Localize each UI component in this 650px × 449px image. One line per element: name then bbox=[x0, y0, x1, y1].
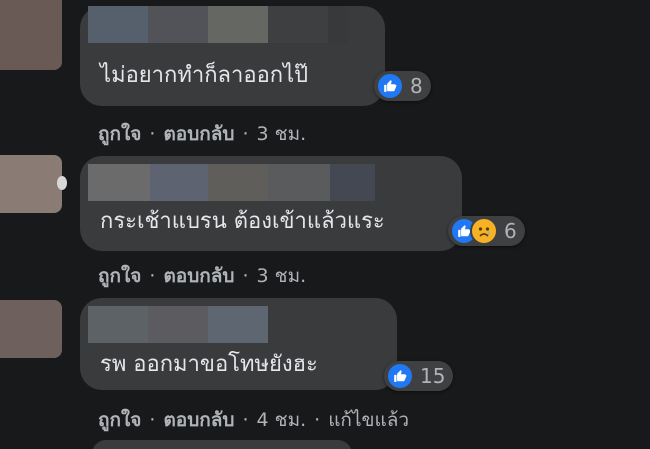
comment-bubble: ไม่อยากทำก็ลาออกไป๊ bbox=[80, 6, 385, 106]
reaction-count: 15 bbox=[420, 364, 446, 388]
comment-thread: ไม่อยากทำก็ลาออกไป๊ 8 ถูกใจ · ตอบกลับ · 3 ชม… bbox=[0, 0, 650, 449]
avatar[interactable] bbox=[0, 300, 62, 358]
comment-text: กระเช้าแบรน ต้องเข้าแล้วแระ bbox=[100, 209, 385, 234]
separator-dot: · bbox=[149, 265, 156, 287]
reply-link[interactable]: ตอบกลับ bbox=[163, 265, 234, 287]
reaction-summary[interactable]: 6 bbox=[448, 216, 525, 246]
reaction-summary[interactable]: 8 bbox=[374, 71, 431, 101]
comment-text: ไม่อยากทำก็ลาออกไป๊ bbox=[100, 63, 309, 88]
separator-dot: · bbox=[242, 123, 249, 145]
reaction-count: 6 bbox=[504, 219, 517, 243]
commenter-name-blurred[interactable] bbox=[88, 164, 375, 201]
timestamp[interactable]: 3 ชม. bbox=[257, 265, 307, 287]
reaction-count: 8 bbox=[410, 74, 423, 98]
timestamp[interactable]: 4 ชม. bbox=[257, 409, 307, 431]
avatar[interactable] bbox=[0, 155, 62, 213]
reply-link[interactable]: ตอบกลับ bbox=[163, 409, 234, 431]
separator-dot: · bbox=[149, 123, 156, 145]
comment-bubble: รพ ออกมาขอโทษยังฮะ bbox=[80, 298, 397, 390]
separator-dot: · bbox=[242, 409, 249, 431]
timestamp[interactable]: 3 ชม. bbox=[257, 123, 307, 145]
comment-actions: ถูกใจ · ตอบกลับ · 3 ชม. bbox=[98, 264, 306, 288]
like-link[interactable]: ถูกใจ bbox=[98, 123, 141, 145]
reaction-summary[interactable]: 15 bbox=[384, 361, 454, 391]
comment-actions: ถูกใจ · ตอบกลับ · 3 ชม. bbox=[98, 122, 306, 146]
next-comment-bubble-partial bbox=[92, 440, 352, 449]
comment-text: รพ ออกมาขอโทษยังฮะ bbox=[100, 352, 318, 377]
edited-label[interactable]: แก้ไขแล้ว bbox=[328, 409, 409, 431]
separator-dot: · bbox=[314, 409, 321, 431]
comment-actions: ถูกใจ · ตอบกลับ · 4 ชม. · แก้ไขแล้ว bbox=[98, 408, 409, 432]
reply-link[interactable]: ตอบกลับ bbox=[163, 123, 234, 145]
like-link[interactable]: ถูกใจ bbox=[98, 265, 141, 287]
commenter-name-blurred[interactable] bbox=[88, 6, 348, 43]
thumbs-up-icon bbox=[376, 72, 404, 100]
like-link[interactable]: ถูกใจ bbox=[98, 409, 141, 431]
avatar[interactable] bbox=[0, 0, 62, 70]
commenter-name-blurred[interactable] bbox=[88, 306, 268, 343]
thumbs-up-icon bbox=[386, 362, 414, 390]
separator-dot: · bbox=[242, 265, 249, 287]
comment-bubble: กระเช้าแบรน ต้องเข้าแล้วแระ bbox=[80, 156, 462, 251]
sad-face-icon bbox=[470, 217, 498, 245]
separator-dot: · bbox=[149, 409, 156, 431]
online-indicator bbox=[57, 176, 67, 190]
